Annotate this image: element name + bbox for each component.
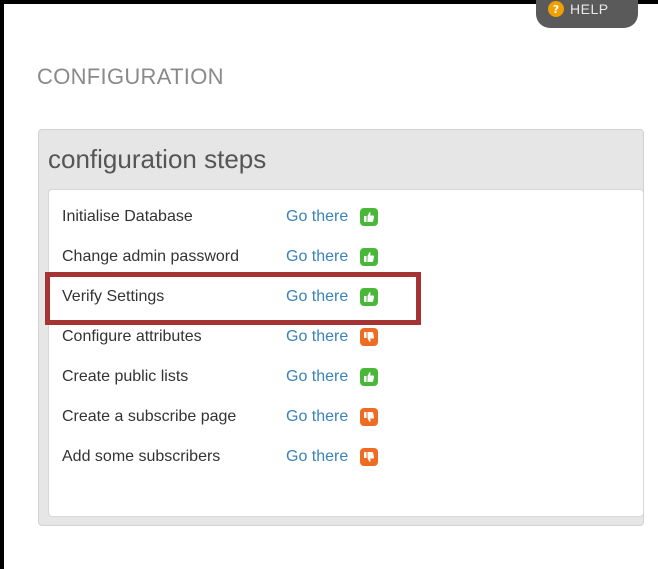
step-label: Configure attributes (62, 328, 202, 345)
go-there-link[interactable]: Go there (286, 208, 348, 226)
panel-header: configuration steps (48, 144, 267, 174)
go-there-link[interactable]: Go there (286, 408, 348, 426)
help-button[interactable]: ? HELP (536, 0, 638, 28)
thumbs-down-icon (360, 448, 379, 466)
help-icon: ? (548, 1, 564, 17)
step-initialise-database: Initialise Database Go there (62, 206, 379, 228)
thumbs-down-icon (360, 408, 379, 426)
go-there-link[interactable]: Go there (286, 328, 348, 346)
go-there-link[interactable]: Go there (286, 368, 348, 386)
steps-list: Initialise Database Go there Change admi… (48, 189, 644, 517)
step-label: Create public lists (62, 368, 189, 385)
step-change-admin-password: Change admin password Go there (62, 246, 379, 268)
step-create-subscribe-page: Create a subscribe page Go there (62, 406, 379, 428)
thumbs-up-icon (360, 208, 379, 226)
step-create-public-lists: Create public lists Go there (62, 366, 379, 388)
help-button-label: HELP (570, 1, 609, 17)
step-label: Change admin password (62, 248, 239, 265)
go-there-link[interactable]: Go there (286, 248, 348, 266)
step-configure-attributes: Configure attributes Go there (62, 326, 379, 348)
go-there-link[interactable]: Go there (286, 448, 348, 466)
thumbs-down-icon (360, 328, 379, 346)
step-label: Initialise Database (62, 208, 193, 225)
thumbs-up-icon (360, 368, 379, 386)
step-label: Create a subscribe page (62, 408, 237, 425)
step-label: Add some subscribers (62, 448, 221, 465)
window-frame-left (0, 0, 4, 569)
thumbs-up-icon (360, 248, 379, 266)
configuration-steps-panel: configuration steps Initialise Database … (38, 129, 644, 526)
step-add-some-subscribers: Add some subscribers Go there (62, 446, 379, 468)
page-title: CONFIGURATION (37, 64, 224, 89)
verify-settings-highlight (45, 272, 421, 325)
